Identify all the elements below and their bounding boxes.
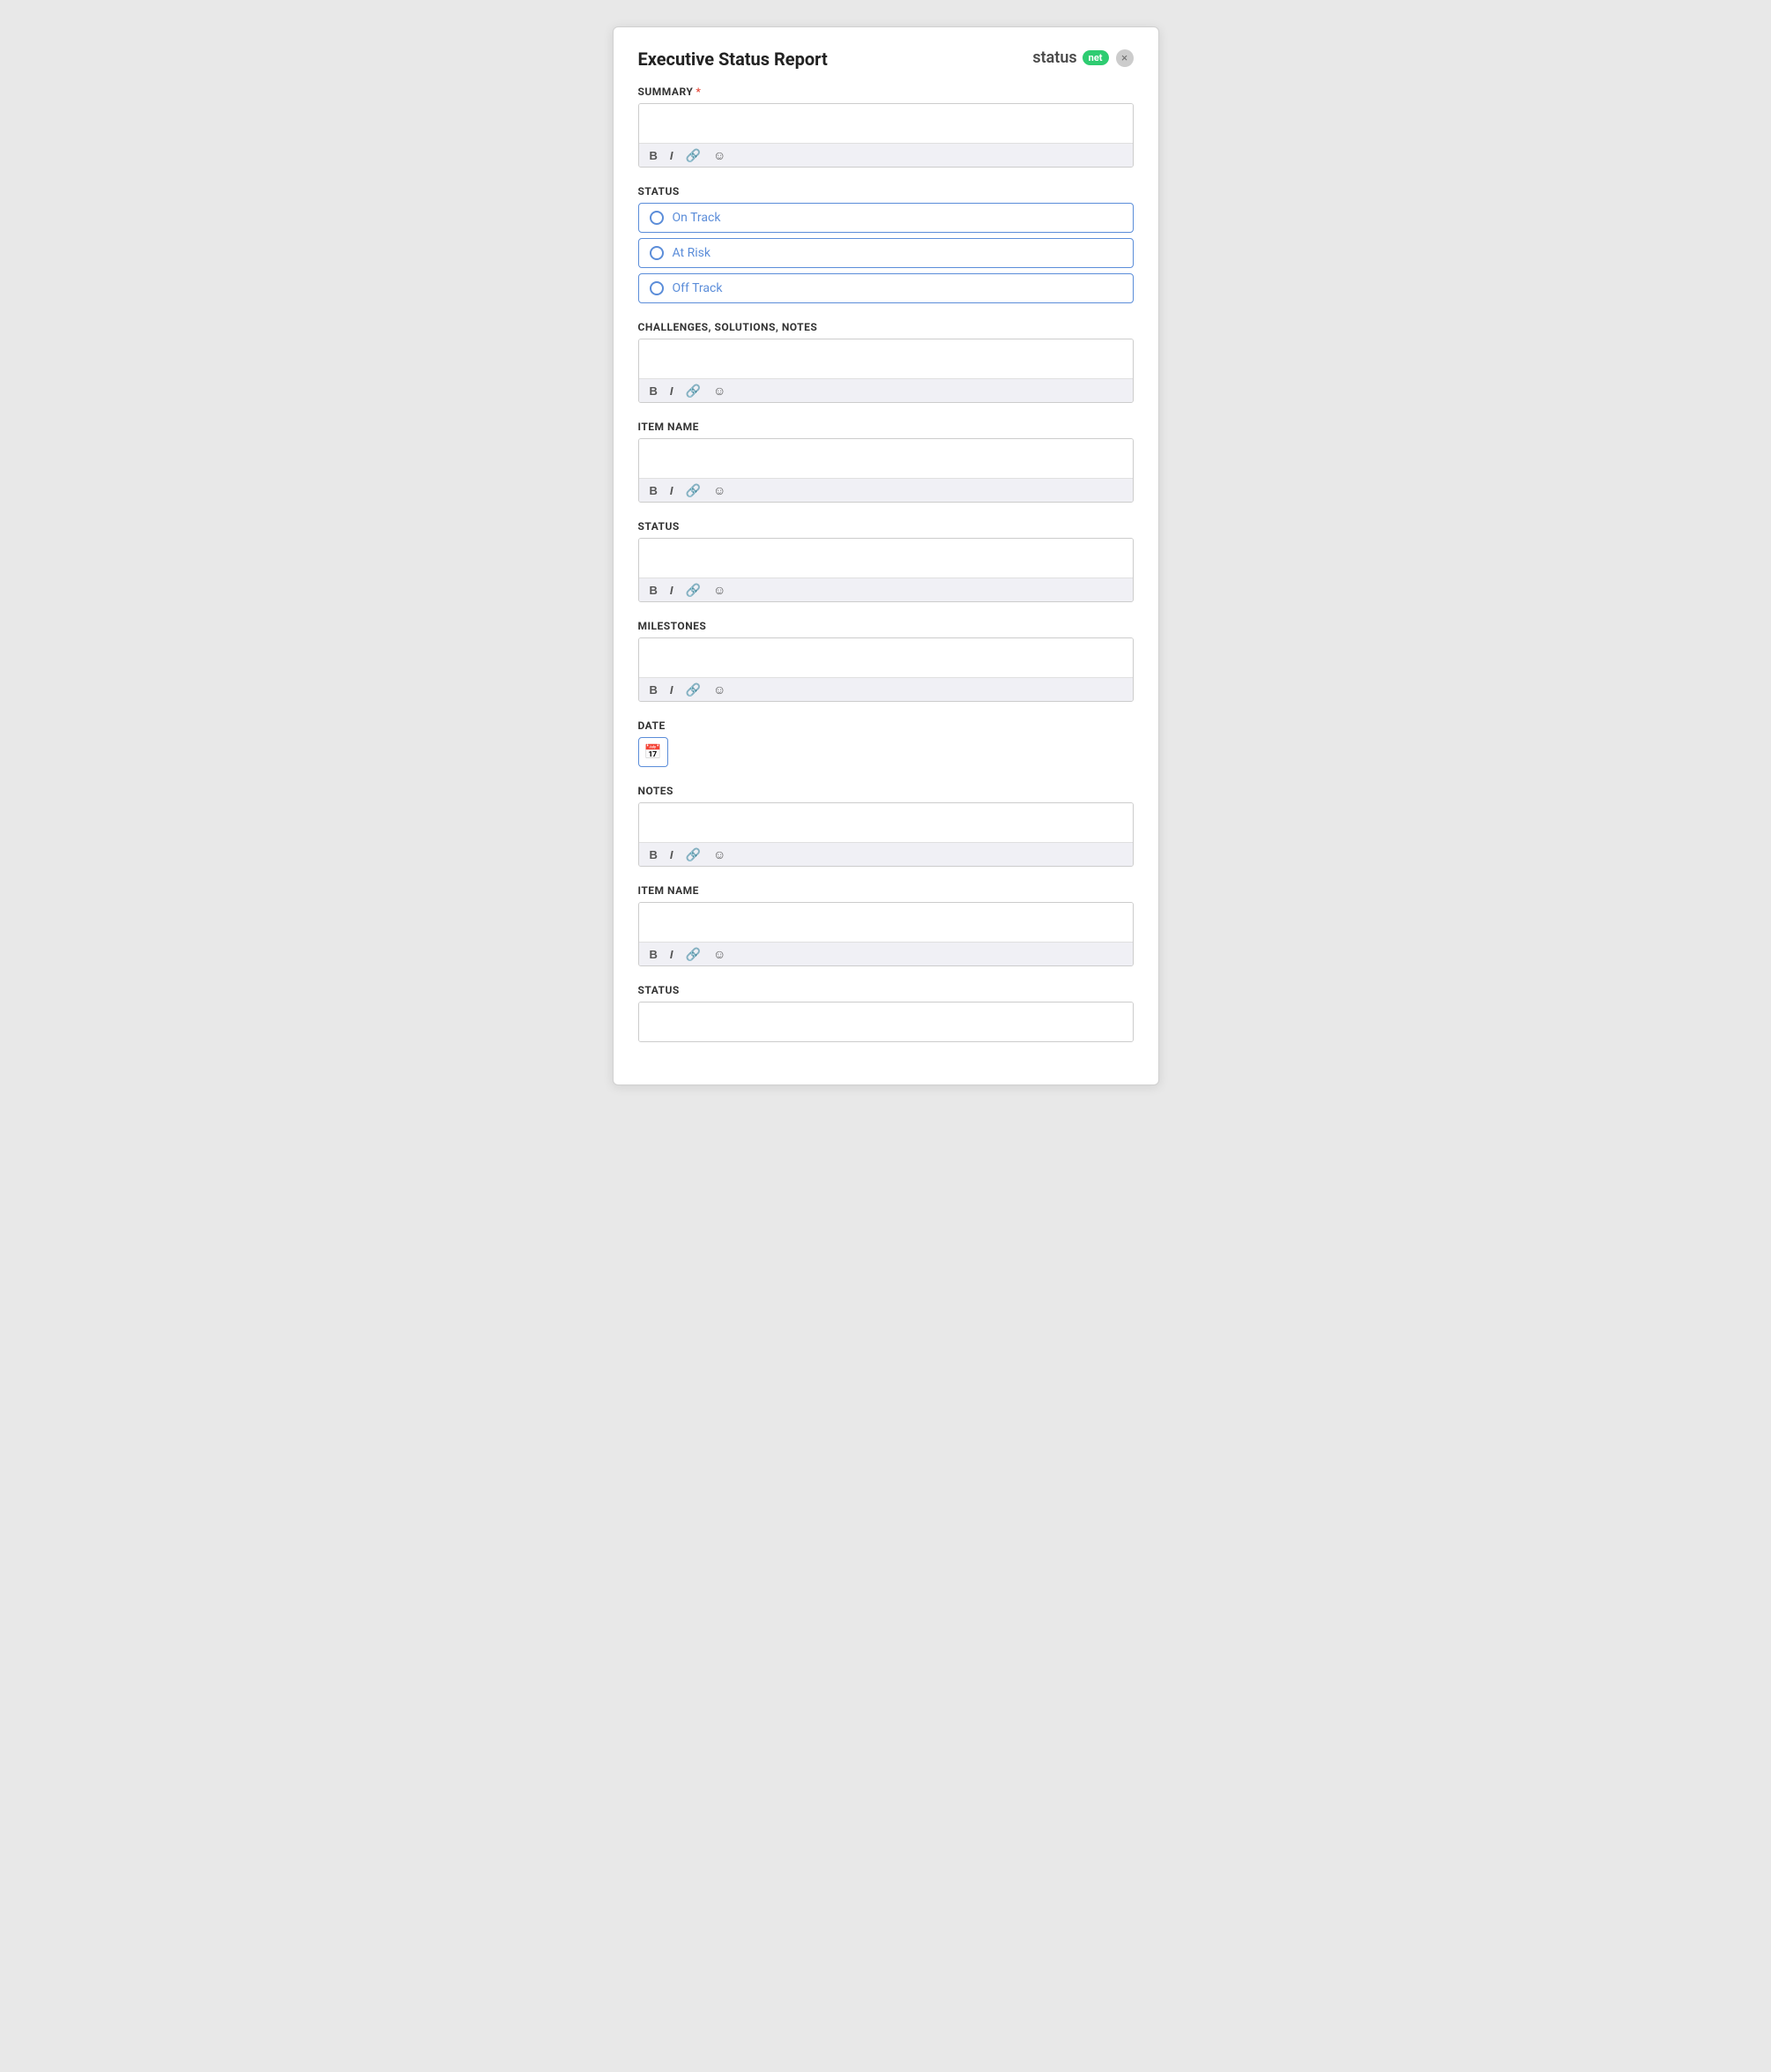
milestones-bold-btn[interactable]: B [648, 684, 659, 696]
status-2-editor: B I 🔗 ☺ [638, 538, 1134, 602]
notes-link-btn[interactable]: 🔗 [684, 848, 703, 861]
status-2-link-btn[interactable]: 🔗 [684, 584, 703, 596]
item-name-2-label: ITEM NAME [638, 884, 1134, 897]
milestones-editor: B I 🔗 ☺ [638, 637, 1134, 702]
status-top-section: STATUS On Track At Risk Off Track [638, 185, 1134, 303]
status-2-emoji-btn[interactable]: ☺ [711, 584, 727, 596]
item-name-2-link-btn[interactable]: 🔗 [684, 948, 703, 960]
notes-editor: B I 🔗 ☺ [638, 802, 1134, 867]
status-word: status [1032, 48, 1076, 67]
milestones-italic-btn[interactable]: I [668, 684, 675, 696]
notes-italic-btn[interactable]: I [668, 849, 675, 861]
challenges-section: CHALLENGES, SOLUTIONS, NOTES B I 🔗 ☺ [638, 321, 1134, 403]
calendar-icon: 📅 [644, 743, 662, 761]
statusnet-logo: status net [1032, 48, 1108, 67]
summary-editor: B I 🔗 ☺ [638, 103, 1134, 168]
milestones-link-btn[interactable]: 🔗 [684, 683, 703, 696]
radio-label-on-track: On Track [673, 211, 721, 225]
date-picker-button[interactable]: 📅 [638, 737, 668, 767]
radio-at-risk[interactable]: At Risk [638, 238, 1134, 268]
date-section: DATE 📅 [638, 719, 1134, 767]
item-name-2-bold-btn[interactable]: B [648, 949, 659, 960]
summary-italic-btn[interactable]: I [668, 150, 675, 161]
milestones-emoji-btn[interactable]: ☺ [711, 683, 727, 696]
summary-section: SUMMARY* B I 🔗 ☺ [638, 86, 1134, 168]
modal-header: Executive Status Report status net × [638, 48, 1134, 70]
challenges-italic-btn[interactable]: I [668, 385, 675, 397]
summary-link-btn[interactable]: 🔗 [684, 149, 703, 161]
radio-label-at-risk: At Risk [673, 246, 711, 260]
challenges-link-btn[interactable]: 🔗 [684, 384, 703, 397]
status-2-textarea[interactable] [639, 539, 1133, 578]
summary-emoji-btn[interactable]: ☺ [711, 149, 727, 161]
radio-options: On Track At Risk Off Track [638, 203, 1134, 303]
summary-textarea[interactable] [639, 104, 1133, 143]
status-2-section: STATUS B I 🔗 ☺ [638, 520, 1134, 602]
challenges-textarea[interactable] [639, 339, 1133, 378]
status-2-label: STATUS [638, 520, 1134, 533]
radio-label-off-track: Off Track [673, 281, 723, 295]
item-name-1-label: ITEM NAME [638, 421, 1134, 433]
required-star: * [696, 86, 701, 98]
item-name-1-section: ITEM NAME B I 🔗 ☺ [638, 421, 1134, 503]
item-name-2-italic-btn[interactable]: I [668, 949, 675, 960]
milestones-section: MILESTONES B I 🔗 ☺ [638, 620, 1134, 702]
modal-container: Executive Status Report status net × SUM… [613, 26, 1159, 1085]
close-button[interactable]: × [1116, 49, 1134, 67]
notes-toolbar: B I 🔗 ☺ [639, 842, 1133, 866]
item-name-1-italic-btn[interactable]: I [668, 485, 675, 496]
item-name-1-textarea[interactable] [639, 439, 1133, 478]
notes-bold-btn[interactable]: B [648, 849, 659, 861]
item-name-2-textarea[interactable] [639, 903, 1133, 942]
status-3-label: STATUS [638, 984, 1134, 996]
status-top-label: STATUS [638, 185, 1134, 198]
milestones-toolbar: B I 🔗 ☺ [639, 677, 1133, 701]
modal-title: Executive Status Report [638, 48, 828, 70]
radio-off-track[interactable]: Off Track [638, 273, 1134, 303]
radio-circle-off-track [650, 281, 664, 295]
date-label: DATE [638, 719, 1134, 732]
challenges-toolbar: B I 🔗 ☺ [639, 378, 1133, 402]
item-name-2-emoji-btn[interactable]: ☺ [711, 948, 727, 960]
challenges-label: CHALLENGES, SOLUTIONS, NOTES [638, 321, 1134, 333]
notes-textarea[interactable] [639, 803, 1133, 842]
item-name-2-toolbar: B I 🔗 ☺ [639, 942, 1133, 965]
item-name-1-emoji-btn[interactable]: ☺ [711, 484, 727, 496]
net-badge: net [1083, 50, 1109, 65]
summary-label: SUMMARY* [638, 86, 1134, 98]
item-name-1-editor: B I 🔗 ☺ [638, 438, 1134, 503]
challenges-editor: B I 🔗 ☺ [638, 339, 1134, 403]
item-name-2-editor: B I 🔗 ☺ [638, 902, 1134, 966]
notes-section: NOTES B I 🔗 ☺ [638, 785, 1134, 867]
item-name-1-bold-btn[interactable]: B [648, 485, 659, 496]
status-3-editor [638, 1002, 1134, 1042]
summary-bold-btn[interactable]: B [648, 150, 659, 161]
status-3-section: STATUS [638, 984, 1134, 1042]
radio-circle-on-track [650, 211, 664, 225]
notes-emoji-btn[interactable]: ☺ [711, 848, 727, 861]
status-2-bold-btn[interactable]: B [648, 585, 659, 596]
summary-toolbar: B I 🔗 ☺ [639, 143, 1133, 167]
item-name-1-toolbar: B I 🔗 ☺ [639, 478, 1133, 502]
radio-on-track[interactable]: On Track [638, 203, 1134, 233]
challenges-emoji-btn[interactable]: ☺ [711, 384, 727, 397]
radio-circle-at-risk [650, 246, 664, 260]
milestones-textarea[interactable] [639, 638, 1133, 677]
status-2-toolbar: B I 🔗 ☺ [639, 578, 1133, 601]
date-input-wrapper: 📅 [638, 737, 1134, 767]
challenges-bold-btn[interactable]: B [648, 385, 659, 397]
notes-label: NOTES [638, 785, 1134, 797]
status-3-textarea[interactable] [639, 1002, 1133, 1041]
item-name-2-section: ITEM NAME B I 🔗 ☺ [638, 884, 1134, 966]
header-right: status net × [1032, 48, 1133, 67]
status-2-italic-btn[interactable]: I [668, 585, 675, 596]
milestones-label: MILESTONES [638, 620, 1134, 632]
item-name-1-link-btn[interactable]: 🔗 [684, 484, 703, 496]
